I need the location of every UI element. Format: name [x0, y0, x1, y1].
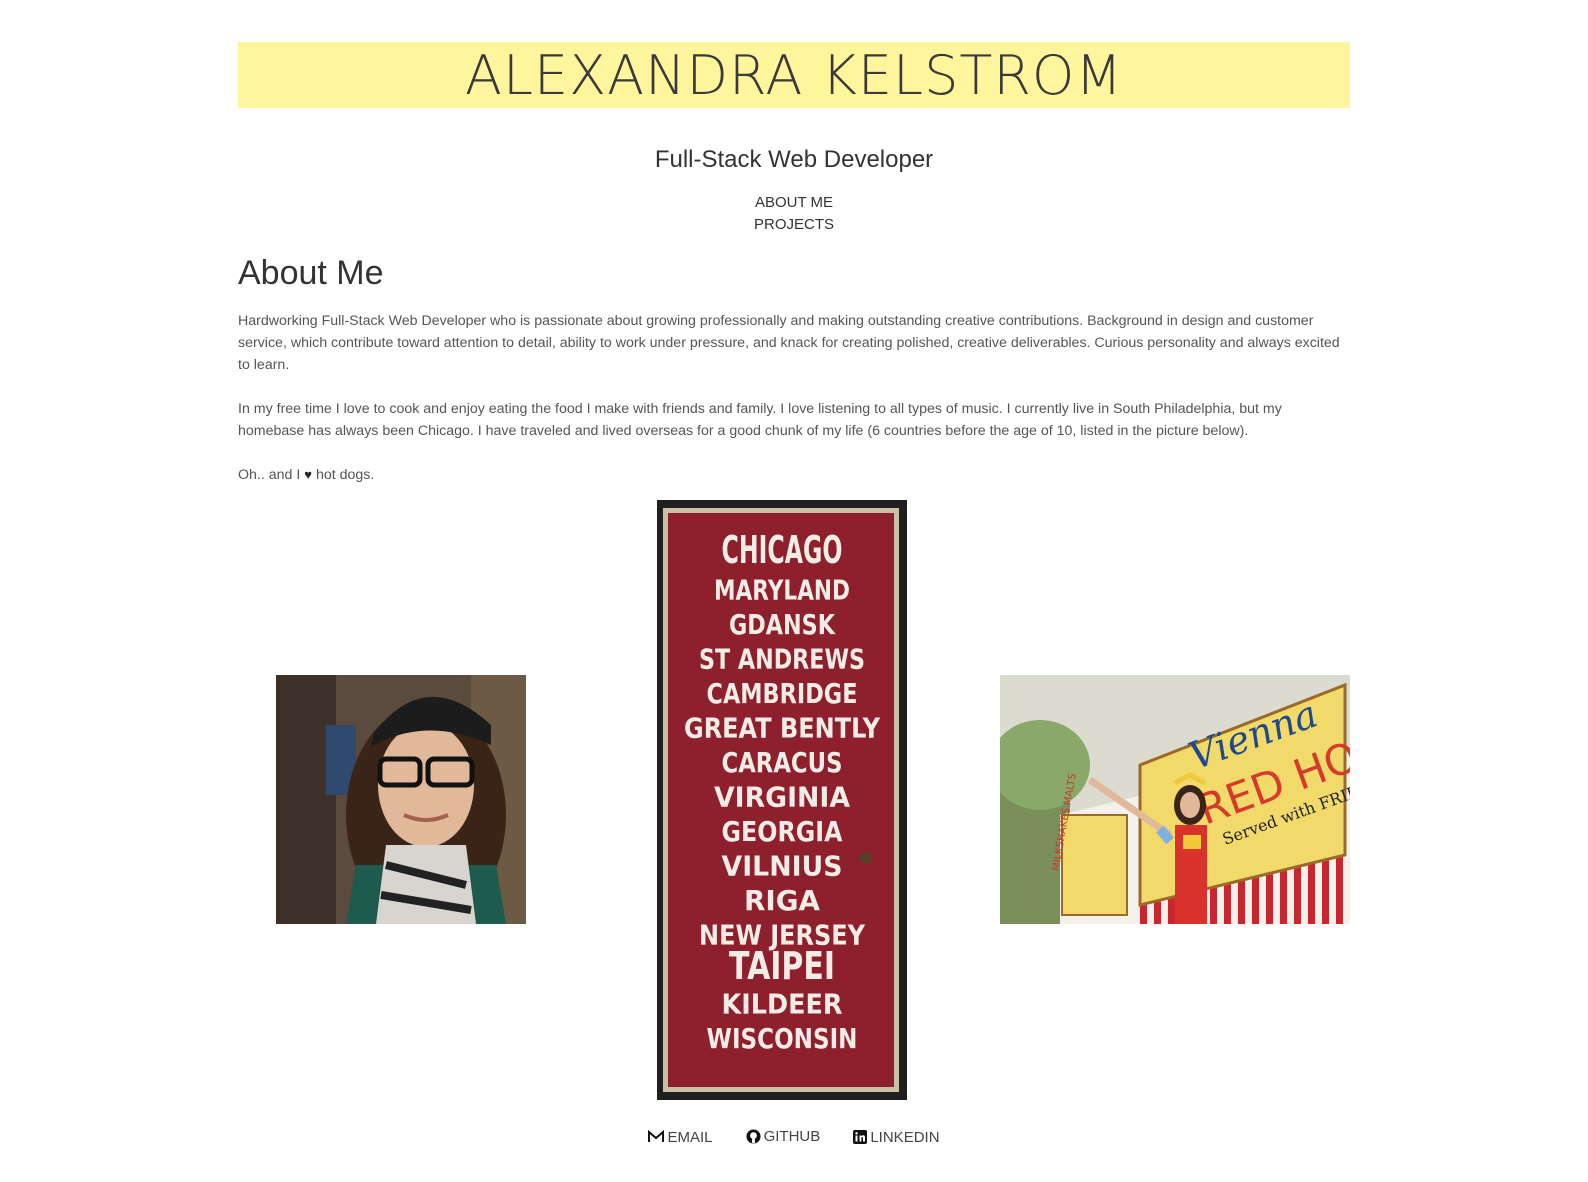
job-title: Full-Stack Web Developer	[654, 146, 934, 173]
about-paragraph-2: In my free time I love to cook and enjoy…	[238, 401, 1282, 439]
linkedin-label: LINKEDIN	[870, 1128, 940, 1146]
contact-links: EMAIL GITHUB LINKEDIN	[0, 1128, 1588, 1148]
email-icon	[648, 1130, 665, 1142]
sign-city-cambridge: CAMBRIDGE	[707, 677, 858, 710]
heart-icon: ♥	[304, 467, 312, 482]
sign-city-georgia: GEORGIA	[722, 815, 843, 848]
sign-city-great-bently: GREAT BENTLY	[684, 712, 881, 745]
sign-city-caracus: CARACUS	[722, 746, 843, 779]
github-icon	[746, 1129, 761, 1144]
about-paragraph-3: Oh.. and I ♥ hot dogs.	[238, 464, 1350, 486]
site-title: ALEXANDRA KELSTROM	[465, 43, 1123, 107]
sign-city-gdansk: GDANSK	[729, 608, 836, 641]
hot-dog-stand-photo: Vienna RED HOTS Served with FRIES MILKSH…	[1000, 675, 1350, 924]
github-link[interactable]: GITHUB	[746, 1128, 821, 1145]
linkedin-icon	[853, 1130, 868, 1144]
sign-city-chicago: CHICAGO	[722, 528, 843, 572]
sign-city-virginia: VIRGINIA	[714, 781, 850, 814]
github-label: GITHUB	[763, 1128, 821, 1145]
cities-sign-photo: CHICAGO MARYLAND GDANSK ST ANDREWS CAMBRIDGE…	[657, 500, 907, 1100]
hot-dog-text-end: hot dogs.	[315, 467, 375, 483]
sign-city-kildeer: KILDEER	[722, 988, 843, 1021]
email-label: EMAIL	[667, 1128, 713, 1146]
nav-about-me[interactable]: ABOUT ME	[0, 192, 1588, 214]
about-paragraph-1: Hardworking Full-Stack Web Developer who…	[238, 313, 1340, 373]
selfie-photo	[276, 675, 526, 924]
about-heading: About Me	[238, 254, 384, 292]
sign-city-riga: RIGA	[744, 884, 820, 917]
hot-dog-text-start: Oh.. and I	[238, 467, 301, 483]
nav-projects[interactable]: PROJECTS	[0, 214, 1588, 236]
main-nav: ABOUT ME PROJECTS	[0, 192, 1588, 236]
sign-city-st-andrews: ST ANDREWS	[699, 643, 865, 676]
sign-city-wisconsin: WISCONSIN	[707, 1022, 858, 1055]
linkedin-link[interactable]: LINKEDIN	[853, 1128, 940, 1146]
sign-city-taipei: TAIPEI	[729, 944, 835, 988]
name-banner: ALEXANDRA KELSTROM	[238, 42, 1350, 108]
email-link[interactable]: EMAIL	[648, 1129, 712, 1146]
sign-city-vilnius: VILNIUS	[722, 850, 843, 883]
sign-city-maryland: MARYLAND	[714, 574, 850, 607]
